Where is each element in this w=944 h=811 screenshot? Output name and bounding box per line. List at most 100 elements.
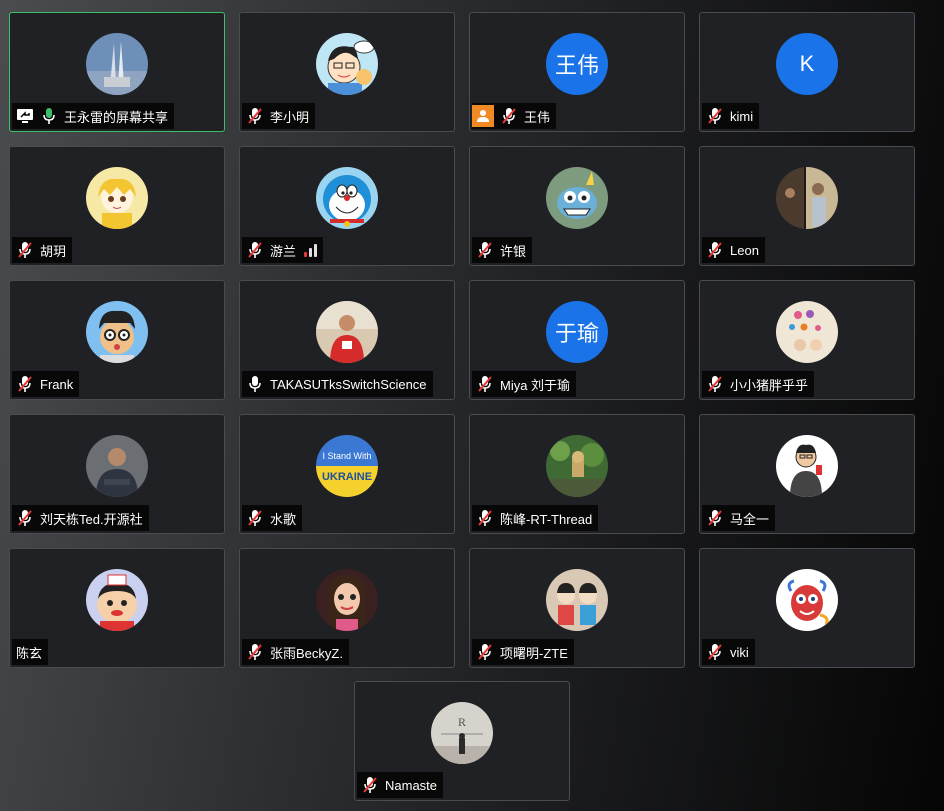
network-signal-icon xyxy=(304,243,318,257)
microphone-muted-icon[interactable] xyxy=(476,375,494,393)
participant-tile[interactable]: viki xyxy=(699,548,915,668)
name-bar: 项曙明-ZTE xyxy=(472,639,574,665)
avatar xyxy=(86,301,148,363)
participant-name: 陈玄 xyxy=(16,645,43,661)
name-bar: kimi xyxy=(702,103,760,129)
microphone-muted-icon[interactable] xyxy=(246,643,264,661)
avatar xyxy=(316,167,378,229)
microphone-muted-icon[interactable] xyxy=(500,107,518,125)
avatar xyxy=(86,33,148,95)
participant-name: viki xyxy=(730,644,749,660)
participant-name: Leon xyxy=(730,242,759,258)
participant-name: 陈峰-RT-Thread xyxy=(500,511,593,527)
participant-name: Miya 刘于瑜 xyxy=(500,377,571,393)
microphone-muted-icon[interactable] xyxy=(706,241,724,259)
microphone-muted-icon[interactable] xyxy=(706,509,724,527)
avatar xyxy=(776,569,838,631)
participant-tile[interactable]: 马全一 xyxy=(699,414,915,534)
participant-tile[interactable]: 于瑜 Miya 刘于瑜 xyxy=(469,280,685,400)
participant-name: 许银 xyxy=(500,243,527,259)
avatar xyxy=(316,301,378,363)
participant-tile[interactable]: 胡玥 xyxy=(9,146,225,266)
name-bar: 游兰 xyxy=(242,237,324,263)
participant-tile[interactable]: TAKASUTksSwitchScience xyxy=(239,280,455,400)
participant-tile[interactable]: 王伟 王伟 xyxy=(469,12,685,132)
microphone-muted-icon[interactable] xyxy=(706,643,724,661)
participant-tile[interactable]: 张雨BeckyZ. xyxy=(239,548,455,668)
participant-name: 马全一 xyxy=(730,511,770,527)
participant-name: 刘天栋Ted.开源社 xyxy=(40,511,143,527)
participant-tile[interactable]: 刘天栋Ted.开源社 xyxy=(9,414,225,534)
name-bar: 水歌 xyxy=(242,505,303,531)
microphone-muted-icon[interactable] xyxy=(706,375,724,393)
microphone-on-icon[interactable] xyxy=(246,375,264,393)
microphone-muted-icon[interactable] xyxy=(476,643,494,661)
person-icon xyxy=(472,105,494,127)
participant-tile[interactable]: 李小明 xyxy=(239,12,455,132)
participant-name: kimi xyxy=(730,108,754,124)
participant-name: 张雨BeckyZ. xyxy=(270,645,343,661)
microphone-muted-icon[interactable] xyxy=(246,509,264,527)
avatar: K xyxy=(776,33,838,95)
microphone-muted-icon[interactable] xyxy=(246,241,264,259)
microphone-muted-icon[interactable] xyxy=(361,776,379,794)
avatar: R xyxy=(431,702,493,764)
microphone-muted-icon[interactable] xyxy=(16,375,34,393)
participant-tile[interactable]: 游兰 xyxy=(239,146,455,266)
microphone-muted-icon[interactable] xyxy=(706,107,724,125)
participant-tile[interactable]: K kimi xyxy=(699,12,915,132)
name-bar: Frank xyxy=(12,371,80,397)
name-bar: 陈玄 xyxy=(12,639,49,665)
avatar xyxy=(316,569,378,631)
participant-tile[interactable]: 陈峰-RT-Thread xyxy=(469,414,685,534)
participant-name: 李小明 xyxy=(270,109,310,125)
microphone-muted-icon[interactable] xyxy=(476,241,494,259)
name-bar: Namaste xyxy=(357,772,444,798)
participant-tile[interactable]: 许银 xyxy=(469,146,685,266)
name-bar: 王伟 xyxy=(472,103,557,129)
name-bar: 胡玥 xyxy=(12,237,73,263)
participant-name: TAKASUTksSwitchScience xyxy=(270,376,427,392)
participant-tile[interactable]: 项曙明-ZTE xyxy=(469,548,685,668)
name-bar: Leon xyxy=(702,237,765,263)
avatar: I Stand With UKRAINE xyxy=(316,435,378,497)
avatar: 王伟 xyxy=(546,33,608,95)
name-bar: 马全一 xyxy=(702,505,776,531)
name-bar: TAKASUTksSwitchScience xyxy=(242,371,433,397)
avatar xyxy=(546,435,608,497)
avatar xyxy=(546,167,608,229)
avatar xyxy=(776,167,838,229)
participant-name: Frank xyxy=(40,376,74,392)
participant-tile[interactable]: 陈玄 xyxy=(9,548,225,668)
name-bar: 张雨BeckyZ. xyxy=(242,639,349,665)
participant-tile[interactable]: I Stand With UKRAINE 水歌 xyxy=(239,414,455,534)
participant-name: 王伟 xyxy=(524,109,551,125)
microphone-on-icon[interactable] xyxy=(40,107,58,125)
participant-name: 小小猪胖乎乎 xyxy=(730,377,809,393)
participant-tile[interactable]: 王永雷的屏幕共享 xyxy=(9,12,225,132)
avatar xyxy=(316,33,378,95)
avatar: 于瑜 xyxy=(546,301,608,363)
name-bar: 陈峰-RT-Thread xyxy=(472,505,599,531)
name-bar: 王永雷的屏幕共享 xyxy=(12,103,175,129)
microphone-muted-icon[interactable] xyxy=(476,509,494,527)
name-bar: Miya 刘于瑜 xyxy=(472,371,577,397)
poster-line-1: I Stand With xyxy=(322,451,371,461)
participant-tile[interactable]: R Namaste xyxy=(354,681,570,801)
microphone-muted-icon[interactable] xyxy=(16,241,34,259)
avatar xyxy=(86,435,148,497)
participant-name: Namaste xyxy=(385,777,438,793)
microphone-muted-icon[interactable] xyxy=(16,509,34,527)
avatar xyxy=(86,167,148,229)
participant-tile[interactable]: Frank xyxy=(9,280,225,400)
name-bar: 许银 xyxy=(472,237,533,263)
microphone-muted-icon[interactable] xyxy=(246,107,264,125)
screen-share-icon xyxy=(16,107,34,125)
name-bar: 小小猪胖乎乎 xyxy=(702,371,815,397)
participant-tile[interactable]: 小小猪胖乎乎 xyxy=(699,280,915,400)
poster-line-2: UKRAINE xyxy=(322,471,372,483)
participant-name: 王永雷的屏幕共享 xyxy=(64,109,169,125)
participant-tile[interactable]: Leon xyxy=(699,146,915,266)
avatar xyxy=(86,569,148,631)
avatar xyxy=(776,301,838,363)
